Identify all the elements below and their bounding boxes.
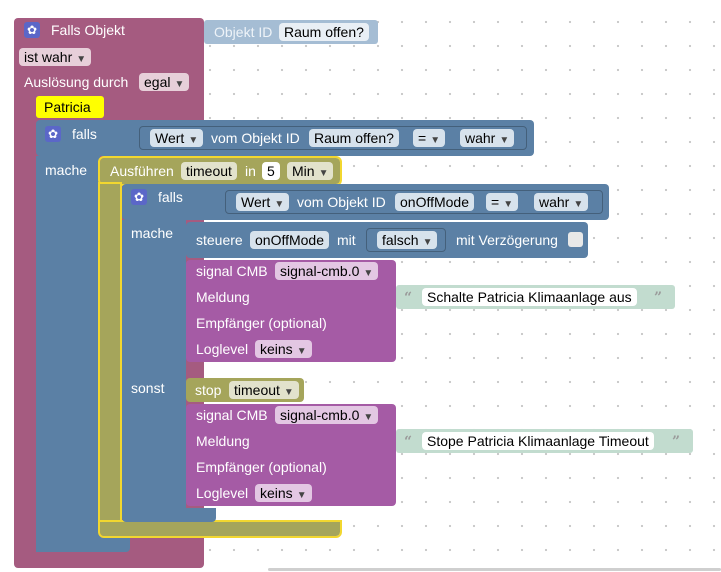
inner-value-text: Wert [241,194,271,210]
stop-name-text: timeout [234,382,280,398]
inner-operator-dropdown[interactable]: = ▼ [486,193,519,211]
stop-label: stop [195,382,222,398]
triggered-by-label: Auslösung durch [24,74,129,90]
inner-if-gear-icon[interactable]: ✿ [131,189,147,205]
object-id-label: Objekt ID [214,24,273,40]
inner-else-label: sonst [131,380,165,396]
inner-compare-dropdown[interactable]: wahr ▼ [534,193,589,211]
inner-object-value[interactable]: onOffMode [395,193,475,211]
outer-compare-text: wahr [465,130,496,146]
quote-close-icon: ” [672,434,681,450]
timeout-spine [98,182,122,526]
quote-close-icon: ” [654,290,663,306]
timeout-unit-text: Min [292,163,315,179]
signal2-loglevel-label: Loglevel [196,485,249,501]
chevron-down-icon: ▼ [363,412,374,423]
inner-compare-text: wahr [539,194,570,210]
signal1-message-label: Meldung [196,289,250,305]
chevron-down-icon: ▼ [499,135,510,146]
signal1-instance-dropdown[interactable]: signal-cmb.0 ▼ [275,262,379,280]
comment-block[interactable]: Patricia [36,96,104,118]
outer-object-value[interactable]: Raum offen? [309,129,399,147]
chevron-down-icon: ▼ [430,135,441,146]
timeout-unit-dropdown[interactable]: Min ▼ [287,162,334,180]
control-value-text: falsch [382,232,419,248]
signal2-message-block[interactable]: “ Stope Patricia Klimaanlage Timeout ” [396,429,693,453]
condition-value: ist wahr [24,49,73,65]
chevron-down-icon: ▼ [274,199,285,210]
outer-of-object-label: vom Objekt ID [211,130,300,146]
timeout-in-label: in [245,163,256,179]
signal2-recipient-label: Empfänger (optional) [196,459,327,475]
control-with-label: mit [337,232,356,248]
signal1-message-text[interactable]: Schalte Patricia Klimaanlage aus [422,288,637,306]
signal1-loglevel-label: Loglevel [196,341,249,357]
outer-do-label: mache [45,162,88,178]
trigger-gear-icon[interactable]: ✿ [24,22,40,38]
chevron-down-icon: ▼ [318,168,329,179]
outer-if-label: falls [72,126,97,142]
triggered-by-value: egal [144,74,171,90]
chevron-down-icon: ▼ [296,346,307,357]
signal1-instance-text: signal-cmb.0 [280,263,360,279]
signal2-loglevel-text: keins [260,485,293,501]
inner-of-object-label: vom Objekt ID [297,194,386,210]
signal1-recipient-label: Empfänger (optional) [196,315,327,331]
outer-compare-dropdown[interactable]: wahr ▼ [460,129,515,147]
control-label: steuere [196,232,243,248]
signal2-message-label: Meldung [196,433,250,449]
signal1-loglevel-dropdown[interactable]: keins ▼ [255,340,312,358]
outer-if-spine [36,156,100,552]
chevron-down-icon: ▼ [76,54,87,65]
signal1-label: signal CMB [196,263,268,279]
inner-operator-text: = [491,194,500,210]
signal2-loglevel-dropdown[interactable]: keins ▼ [255,484,312,502]
quote-open-icon: “ [404,434,413,450]
inner-if-spine [122,220,186,516]
trigger-title: Falls Objekt [51,22,125,38]
chevron-down-icon: ▼ [174,79,185,90]
inner-value-dropdown[interactable]: Wert ▼ [236,193,290,211]
signal2-instance-text: signal-cmb.0 [280,407,360,423]
timeout-name-field[interactable]: timeout [181,162,237,180]
outer-if-footer [36,536,130,552]
chevron-down-icon: ▼ [363,268,374,279]
chevron-down-icon: ▼ [573,199,584,210]
chevron-down-icon: ▼ [296,490,307,501]
outer-value-text: Wert [155,130,185,146]
outer-value-dropdown[interactable]: Wert ▼ [150,129,204,147]
signal2-message-text[interactable]: Stope Patricia Klimaanlage Timeout [422,432,654,450]
control-target-field[interactable]: onOffMode [250,231,330,249]
inner-do-label: mache [131,225,174,241]
signal2-instance-dropdown[interactable]: signal-cmb.0 ▼ [275,406,379,424]
inner-if-label: falls [158,189,183,205]
timeout-footer [98,520,342,538]
delay-checkbox[interactable] [568,232,583,247]
timeout-amount-field[interactable]: 5 [262,162,280,180]
chevron-down-icon: ▼ [283,387,294,398]
triggered-by-dropdown[interactable]: egal ▼ [139,73,190,91]
object-id-value[interactable]: Raum offen? [279,23,369,41]
quote-open-icon: “ [404,290,413,306]
horizontal-scrollbar[interactable] [268,568,721,571]
signal2-label: signal CMB [196,407,268,423]
signal1-message-block[interactable]: “ Schalte Patricia Klimaanlage aus ” [396,285,675,309]
comment-text: Patricia [44,99,91,115]
outer-if-gear-icon[interactable]: ✿ [45,126,61,142]
outer-operator-text: = [418,130,427,146]
condition-dropdown[interactable]: ist wahr ▼ [19,48,92,66]
control-value-dropdown[interactable]: falsch ▼ [377,231,438,249]
outer-operator-dropdown[interactable]: = ▼ [413,129,446,147]
timeout-run-label: Ausführen [110,163,174,179]
stop-name-dropdown[interactable]: timeout ▼ [229,381,299,399]
chevron-down-icon: ▼ [188,135,199,146]
inner-if-footer [122,508,216,522]
chevron-down-icon: ▼ [422,237,433,248]
signal1-loglevel-text: keins [260,341,293,357]
chevron-down-icon: ▼ [503,199,514,210]
control-delay-label: mit Verzögerung [456,232,558,248]
object-id-block[interactable]: Objekt ID Raum offen? [204,20,378,44]
